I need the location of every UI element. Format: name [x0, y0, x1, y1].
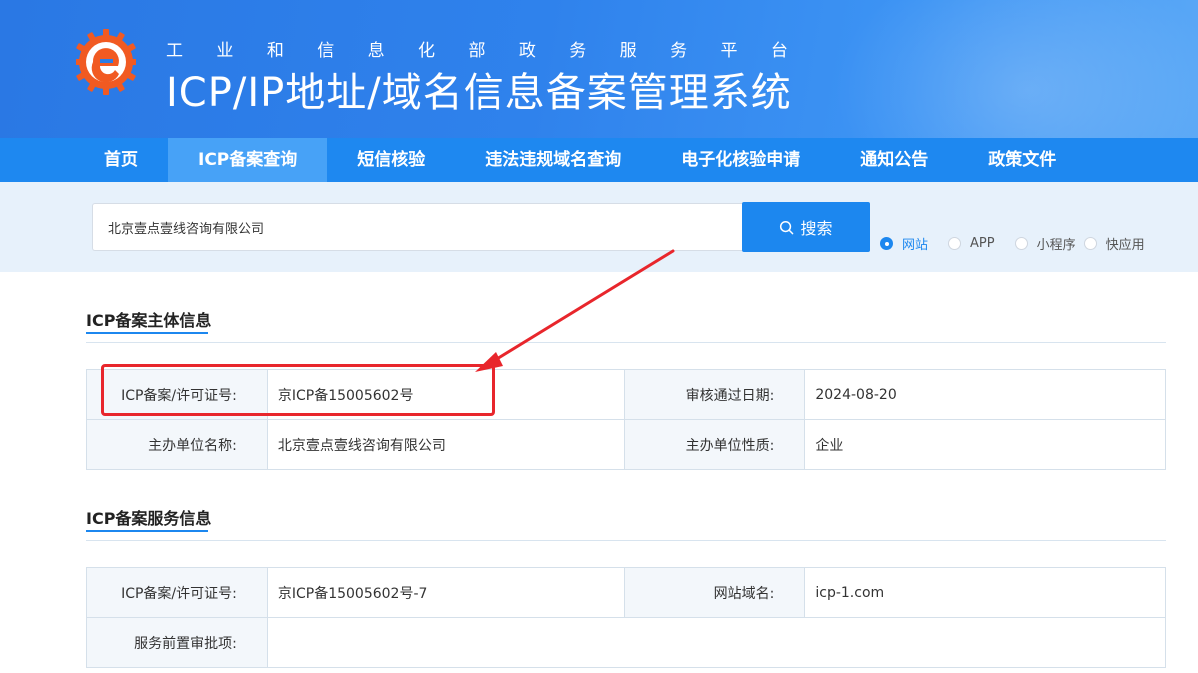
- section-divider: [86, 540, 1166, 541]
- nav-item-e-verify-apply[interactable]: 电子化核验申请: [651, 138, 830, 182]
- radio-dot: [948, 237, 962, 250]
- section-underline: [86, 332, 208, 334]
- radio-app[interactable]: APP: [948, 236, 995, 251]
- radio-website[interactable]: 网站: [880, 234, 928, 253]
- subtitle-char: 部: [468, 41, 486, 61]
- service-license-label: ICP备案/许可证号:: [86, 567, 268, 618]
- domain-value: icp-1.com: [804, 567, 1166, 618]
- approve-date-value: 2024-08-20: [804, 369, 1166, 420]
- org-type-value: 企业: [804, 419, 1166, 470]
- radio-label: 小程序: [1036, 238, 1076, 253]
- license-value: 京ICP备15005602号: [266, 369, 625, 420]
- subtitle-char: 息: [367, 41, 385, 61]
- search-button[interactable]: 搜索: [742, 202, 870, 252]
- subtitle-char: 平: [720, 41, 738, 61]
- search-input[interactable]: [92, 203, 742, 251]
- nav-item-policy-docs[interactable]: 政策文件: [958, 138, 1086, 182]
- nav-item-sms-verify[interactable]: 短信核验: [327, 138, 455, 182]
- radio-label: 网站: [902, 238, 929, 253]
- nav-item-icp-query[interactable]: ICP备案查询: [168, 138, 328, 182]
- subtitle-char: 台: [770, 41, 788, 61]
- radio-dot: [880, 237, 893, 250]
- pre-approval-label: 服务前置审批项:: [86, 617, 268, 668]
- subtitle-char: 工: [166, 41, 183, 61]
- subtitle-char: 服: [619, 41, 637, 61]
- table-row: 服务前置审批项:: [86, 617, 1167, 668]
- subtitle-char: 业: [216, 41, 234, 61]
- domain-label: 网站域名:: [623, 567, 806, 618]
- radio-label: 快应用: [1105, 238, 1145, 253]
- subtitle-char: 信: [317, 41, 335, 61]
- subtitle-char: 化: [418, 41, 436, 61]
- table-row: ICP备案/许可证号: 京ICP备15005602号 审核通过日期: 2024-…: [86, 369, 1166, 420]
- subtitle-char: 和: [266, 41, 284, 61]
- radio-mini-program[interactable]: 小程序: [1014, 234, 1076, 253]
- table-row: ICP备案/许可证号: 京ICP备15005602号-7 网站域名: icp-1…: [86, 567, 1166, 618]
- license-label: ICP备案/许可证号:: [86, 369, 268, 420]
- service-info-table: ICP备案/许可证号: 京ICP备15005602号-7 网站域名: icp-1…: [86, 567, 1167, 668]
- service-license-value: 京ICP备15005602号-7: [266, 567, 625, 618]
- org-type-label: 主办单位性质:: [623, 419, 806, 470]
- main-nav: 首页 ICP备案查询 短信核验 违法违规域名查询 电子化核验申请 通知公告 政策…: [0, 138, 1198, 182]
- radio-dot: [1083, 237, 1097, 250]
- org-name-label: 主办单位名称:: [86, 419, 268, 470]
- radio-label: APP: [970, 236, 995, 251]
- pre-approval-value: [266, 617, 1167, 668]
- subtitle-char: 务: [569, 41, 587, 61]
- nav-item-notices[interactable]: 通知公告: [830, 138, 958, 182]
- site-header: 工 业 和 信 息 化 部 政 务 服 务 平 台 ICP/IP地址/域名信息备…: [0, 0, 1198, 138]
- nav-item-home[interactable]: 首页: [74, 138, 168, 182]
- miit-logo-icon: [76, 29, 136, 95]
- section-underline: [86, 530, 208, 532]
- radio-quick-app[interactable]: 快应用: [1083, 234, 1145, 253]
- search-icon: [780, 220, 794, 234]
- subtitle-char: 务: [670, 41, 688, 61]
- nav-item-illegal-domain-query[interactable]: 违法违规域名查询: [455, 138, 651, 182]
- search-area: 搜索 网站 APP 小程序 快应用: [0, 182, 1198, 272]
- subtitle-char: 政: [518, 41, 536, 61]
- approve-date-label: 审核通过日期:: [623, 369, 806, 420]
- table-row: 主办单位名称: 北京壹点壹线咨询有限公司 主办单位性质: 企业: [86, 419, 1166, 470]
- service-info-title: ICP备案服务信息: [86, 509, 212, 528]
- subject-info-title: ICP备案主体信息: [86, 311, 212, 330]
- org-name-value: 北京壹点壹线咨询有限公司: [266, 419, 625, 470]
- search-type-radio-group: 网站 APP 小程序 快应用: [880, 234, 1145, 253]
- section-divider: [86, 342, 1166, 343]
- radio-dot: [1014, 237, 1028, 250]
- site-title: ICP/IP地址/域名信息备案管理系统: [166, 70, 792, 116]
- subject-info-table: ICP备案/许可证号: 京ICP备15005602号 审核通过日期: 2024-…: [86, 369, 1166, 470]
- search-button-label: 搜索: [800, 219, 833, 238]
- header-subtitle: 工 业 和 信 息 化 部 政 务 服 务 平 台: [166, 36, 788, 61]
